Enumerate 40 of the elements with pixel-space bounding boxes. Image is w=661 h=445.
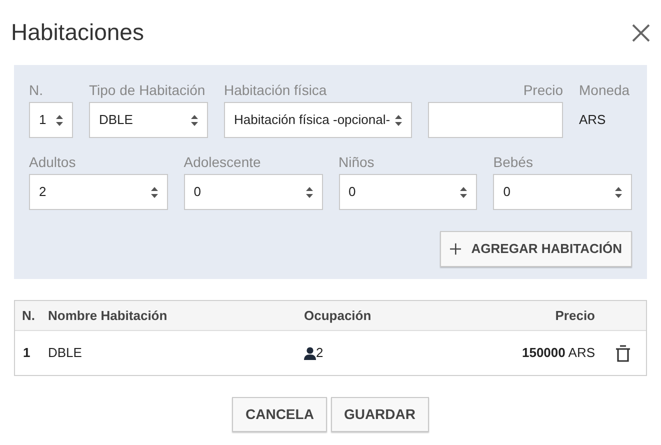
- person-icon: [304, 346, 316, 360]
- sort-caret-icon: [460, 186, 468, 198]
- dialog-button[interactable]: GUARDAR: [330, 397, 428, 432]
- column-header: N.: [21, 306, 36, 325]
- close-icon[interactable]: [631, 22, 651, 42]
- currency-text: ARS: [579, 111, 606, 130]
- select-field[interactable]: 0: [493, 174, 632, 210]
- select-field[interactable]: 0: [338, 174, 478, 210]
- sort-caret-icon: [191, 114, 198, 126]
- field-label: Adultos: [29, 153, 77, 171]
- sort-caret-icon: [615, 186, 622, 198]
- sort-caret-icon: [395, 114, 402, 126]
- table-cell-text: 150000 ARS: [522, 344, 595, 362]
- column-header: Nombre Habitación: [48, 306, 168, 325]
- field-label: Precio: [523, 81, 563, 99]
- table-cell-text: 2: [316, 344, 324, 362]
- price-field[interactable]: [428, 102, 563, 138]
- field-label: Adolescente: [184, 153, 262, 171]
- dialog-button[interactable]: CANCELA: [232, 397, 327, 432]
- column-header: Ocupación: [304, 306, 372, 325]
- field-label: Habitación física: [224, 81, 328, 99]
- table-cell-text: 1: [22, 344, 32, 362]
- column-header: Precio: [555, 306, 595, 325]
- select-field[interactable]: Habitación física -opcional-: [224, 102, 412, 138]
- field-label: Niños: [338, 153, 376, 171]
- field-label: Moneda: [579, 81, 631, 99]
- field-label: Tipo de Habitación: [89, 81, 206, 99]
- sort-caret-icon: [56, 114, 63, 126]
- select-field[interactable]: 2: [29, 174, 168, 210]
- select-field[interactable]: 0: [184, 174, 322, 210]
- trash-icon[interactable]: [614, 344, 630, 362]
- sort-caret-icon: [306, 186, 312, 198]
- select-field[interactable]: 1: [29, 102, 73, 138]
- field-label: Bebés: [493, 153, 534, 171]
- add-room-button[interactable]: AGREGAR HABITACIÓN: [440, 231, 632, 267]
- select-field[interactable]: DBLE: [89, 102, 208, 138]
- dialog-title: Habitaciones: [11, 18, 144, 48]
- sort-caret-icon: [150, 186, 158, 198]
- table-cell-text: DBLE: [48, 344, 83, 362]
- field-label: N.: [29, 81, 44, 99]
